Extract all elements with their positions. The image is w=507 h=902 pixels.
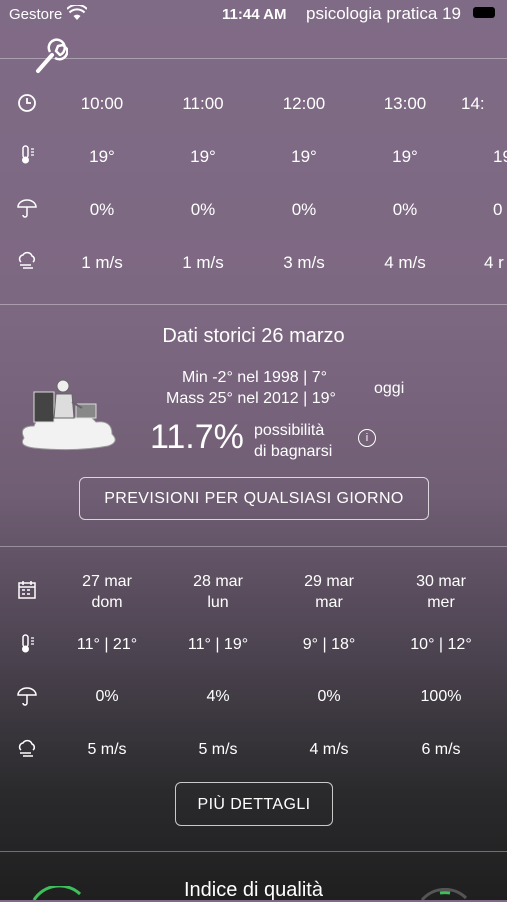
day-temp: 11° | 19° — [187, 636, 249, 653]
hour-rain: 0% — [89, 200, 115, 219]
day-temp: 11° | 21° — [76, 636, 138, 653]
divider — [0, 851, 507, 852]
hour-wind: 4 m/s — [384, 253, 426, 272]
day-rain: 0% — [95, 688, 119, 705]
day-rain: 4% — [206, 688, 230, 705]
hour-label: 14: — [461, 94, 485, 113]
historical-title: Dati storici 26 marzo — [162, 325, 345, 347]
thermometer-icon — [22, 145, 34, 164]
hour-wind: 1 m/s — [81, 253, 123, 272]
notification-text: psicologia pratica 19 — [306, 4, 461, 23]
day-wind: 5 m/s — [87, 741, 127, 758]
info-icon[interactable]: i — [358, 429, 376, 447]
umbrella-icon — [17, 199, 37, 218]
hour-label: 11:00 — [182, 94, 224, 113]
quality-index-title: Indice di qualità — [184, 879, 323, 901]
today-label: oggi — [374, 380, 405, 397]
rain-probability-value: 11.7% — [150, 418, 244, 456]
divider — [0, 58, 507, 59]
day-date: 28 mar — [193, 573, 243, 590]
day-wind: 5 m/s — [198, 741, 238, 758]
wind-cloud-icon — [18, 251, 36, 269]
battery-icon — [473, 7, 495, 18]
carrier-label: Gestore — [9, 6, 63, 23]
hour-wind: 1 m/s — [182, 253, 224, 272]
day-weekday: mar — [315, 594, 343, 611]
hour-rain: 0% — [291, 200, 317, 219]
day-wind: 4 m/s — [309, 741, 349, 758]
hour-wind: 4 r — [484, 253, 504, 272]
status-bar: Gestore 11:44 AM psicologia pratica 19 — [0, 0, 507, 28]
divider — [0, 304, 507, 305]
hour-rain: 0% — [392, 200, 418, 219]
day-rain: 100% — [420, 688, 462, 705]
day-wind: 6 m/s — [421, 741, 461, 758]
clock-time: 11:44 AM — [222, 6, 287, 23]
hour-wind: 3 m/s — [283, 253, 325, 272]
historical-max: Mass 25° nel 2012 | 19° — [166, 390, 336, 407]
hour-temp: 19° — [291, 147, 317, 166]
day-weekday: mer — [427, 594, 455, 611]
person-on-cloud-illustration — [21, 379, 116, 451]
historical-min: Min -2° nel 1998 | 7° — [182, 369, 328, 386]
more-details-button[interactable]: PIÙ DETTAGLI — [175, 782, 333, 826]
umbrella-icon — [17, 687, 37, 706]
day-weekday: lun — [207, 594, 229, 611]
day-date: 30 mar — [416, 573, 466, 590]
wrench-icon[interactable] — [34, 38, 68, 74]
day-temp: 9° | 18° — [302, 636, 356, 653]
day-date: 27 mar — [82, 573, 132, 590]
hour-temp: 19° — [392, 147, 418, 166]
thermometer-icon — [22, 634, 34, 653]
hour-rain: 0% — [190, 200, 216, 219]
hour-temp: 19° — [89, 147, 115, 166]
hour-label: 13:00 — [383, 94, 427, 113]
calendar-icon — [18, 581, 36, 599]
wind-cloud-icon — [18, 739, 36, 757]
clock-icon — [18, 94, 36, 112]
hour-label: 12:00 — [282, 94, 326, 113]
forecast-any-day-button[interactable]: PREVISIONI PER QUALSIASI GIORNO — [79, 477, 429, 520]
wifi-icon — [67, 5, 87, 20]
day-rain: 0% — [317, 688, 341, 705]
day-weekday: dom — [91, 594, 123, 611]
hour-temp: 19 — [493, 147, 507, 166]
day-temp: 10° | 12° — [410, 636, 472, 653]
hour-temp: 19° — [190, 147, 216, 166]
rain-probability-label: possibilità di bagnarsi — [254, 422, 333, 460]
day-date: 29 mar — [304, 573, 354, 590]
divider — [0, 546, 507, 547]
hour-label: 10:00 — [80, 94, 124, 113]
hour-rain: 0 — [493, 200, 503, 219]
